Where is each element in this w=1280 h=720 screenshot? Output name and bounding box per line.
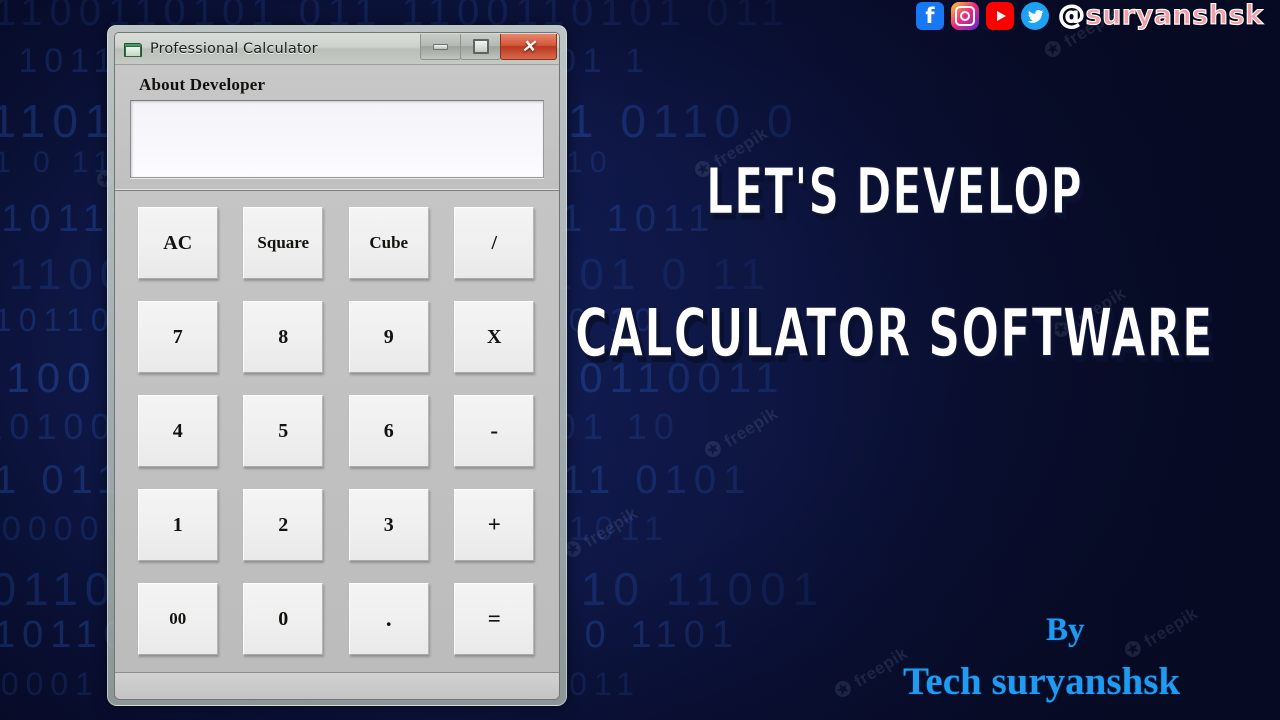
freepik-watermark: ✪ freepik bbox=[1120, 603, 1202, 664]
key-all-clear[interactable]: AC bbox=[137, 207, 218, 279]
youtube-icon[interactable] bbox=[986, 2, 1014, 30]
key-add[interactable]: + bbox=[454, 489, 535, 561]
key-8[interactable]: 8 bbox=[243, 301, 324, 373]
keypad-cell: - bbox=[442, 384, 548, 478]
keypad-cell: 8 bbox=[231, 290, 337, 384]
keypad-cell: 9 bbox=[336, 290, 442, 384]
key-multiply[interactable]: X bbox=[454, 301, 535, 373]
title-bar[interactable]: Professional Calculator ✕ bbox=[115, 33, 559, 65]
window-inner-frame: Professional Calculator ✕ About Develope… bbox=[114, 32, 560, 700]
window-controls: ✕ bbox=[420, 34, 557, 60]
key-cube[interactable]: Cube bbox=[348, 207, 429, 279]
freepik-watermark: ✪ freepik bbox=[700, 403, 782, 464]
display-field[interactable] bbox=[130, 100, 544, 178]
keypad-cell: 2 bbox=[231, 478, 337, 572]
key-5[interactable]: 5 bbox=[243, 395, 324, 467]
keypad-cell: 0 bbox=[231, 572, 337, 666]
keypad-cell: . bbox=[336, 572, 442, 666]
window-title: Professional Calculator bbox=[150, 40, 318, 57]
keypad-cell: 3 bbox=[336, 478, 442, 572]
close-icon: ✕ bbox=[521, 37, 536, 56]
keypad-cell: + bbox=[442, 478, 548, 572]
handle-name: suryanshsk bbox=[1085, 0, 1264, 32]
calculator-window: Professional Calculator ✕ About Develope… bbox=[107, 25, 567, 706]
window-client-area: About Developer AC Square Cube / 7 8 9 X 4 5 6- 1 2 3… bbox=[115, 65, 559, 699]
social-icon-bar: f bbox=[916, 2, 1049, 30]
by-label: By bbox=[1046, 612, 1085, 648]
key-7[interactable]: 7 bbox=[137, 301, 218, 373]
keypad-cell: / bbox=[442, 196, 548, 290]
maximize-button[interactable] bbox=[460, 34, 501, 60]
social-handle: @suryanshsk bbox=[1057, 0, 1264, 32]
keypad-cell: 00 bbox=[125, 572, 231, 666]
key-double-zero[interactable]: 00 bbox=[137, 583, 218, 655]
keypad-cell: 4 bbox=[125, 384, 231, 478]
key-0[interactable]: 0 bbox=[243, 583, 324, 655]
headline-line-1: LET'S DEVELOP bbox=[706, 155, 1083, 230]
key-4[interactable]: 4 bbox=[137, 395, 218, 467]
close-button[interactable]: ✕ bbox=[500, 34, 557, 60]
about-developer-label: About Developer bbox=[139, 75, 266, 94]
keypad-cell: 1 bbox=[125, 478, 231, 572]
key-2[interactable]: 2 bbox=[243, 489, 324, 561]
instagram-icon[interactable] bbox=[951, 2, 979, 30]
keypad-grid: AC Square Cube/7 8 9 X 4 5 6-1 2 3 +00 0. = bbox=[115, 191, 559, 672]
channel-name: Tech suryanshsk bbox=[903, 660, 1181, 703]
screen: 1100110101 011 1100110101 0110 1011 0110… bbox=[0, 0, 1280, 720]
keypad-cell: Cube bbox=[336, 196, 442, 290]
facebook-icon[interactable]: f bbox=[916, 2, 944, 30]
key-decimal[interactable]: . bbox=[348, 583, 429, 655]
headline-line-2: CALCULATOR SOFTWARE bbox=[575, 293, 1214, 373]
key-3[interactable]: 3 bbox=[348, 489, 429, 561]
freepik-watermark: ✪ freepik bbox=[830, 643, 912, 704]
freepik-watermark: ✪ freepik bbox=[560, 503, 642, 564]
key-9[interactable]: 9 bbox=[348, 301, 429, 373]
keypad-cell: Square bbox=[231, 196, 337, 290]
window-footer bbox=[115, 672, 559, 699]
keypad-cell: = bbox=[442, 572, 548, 666]
twitter-icon[interactable] bbox=[1021, 2, 1049, 30]
folder-icon bbox=[124, 42, 142, 57]
key-square[interactable]: Square bbox=[243, 207, 324, 279]
key-equals[interactable]: = bbox=[454, 583, 535, 655]
keypad-cell: X bbox=[442, 290, 548, 384]
keypad-cell: AC bbox=[125, 196, 231, 290]
keypad-cell: 6 bbox=[336, 384, 442, 478]
key-1[interactable]: 1 bbox=[137, 489, 218, 561]
minimize-button[interactable] bbox=[420, 34, 461, 60]
key-6[interactable]: 6 bbox=[348, 395, 429, 467]
key-subtract[interactable]: - bbox=[454, 395, 535, 467]
handle-at-symbol: @ bbox=[1057, 0, 1086, 32]
keypad-cell: 5 bbox=[231, 384, 337, 478]
key-divide[interactable]: / bbox=[454, 207, 535, 279]
display-panel: About Developer bbox=[115, 65, 559, 191]
keypad-cell: 7 bbox=[125, 290, 231, 384]
